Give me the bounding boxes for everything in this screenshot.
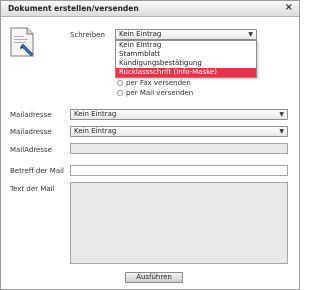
schreiben-select-value: Kein Eintrag	[119, 30, 162, 38]
betreff-input[interactable]	[70, 165, 288, 176]
schreiben-dropdown-list: Kein Eintrag Stammblatt Kündigungsbestät…	[115, 40, 257, 78]
dialog-title: Dokument erstellen/versenden	[8, 4, 139, 13]
mail1-select-value: Kein Eintrag	[74, 110, 117, 118]
text-label: Text der Mail	[10, 185, 55, 193]
ausfuehren-button[interactable]: Ausführen	[125, 272, 183, 283]
mail-text-area[interactable]	[70, 182, 288, 264]
dropdown-option[interactable]: Kündigungsbestätigung	[116, 59, 256, 68]
mail1-select[interactable]: Kein Eintrag ▼	[70, 109, 288, 120]
chevron-down-icon: ▼	[248, 31, 253, 38]
chevron-down-icon: ▼	[279, 111, 284, 118]
mail-radio[interactable]	[117, 90, 123, 96]
close-icon[interactable]: ×	[285, 2, 293, 13]
mail2-select[interactable]: Kein Eintrag ▼	[70, 126, 288, 137]
betreff-label: Betreff der Mail	[10, 167, 65, 175]
title-bar: Dokument erstellen/versenden ×	[1, 1, 299, 17]
mail2-label: Mailadresse	[10, 128, 52, 136]
dialog: Dokument erstellen/versenden × Schreiben…	[0, 0, 300, 290]
dropdown-option-selected[interactable]: Rücklassschrift (Info-Maske)	[116, 68, 256, 77]
schreiben-label: Schreiben	[70, 31, 105, 39]
fax-label: per Fax versenden	[126, 79, 191, 87]
dropdown-option[interactable]: Kein Eintrag	[116, 41, 256, 50]
mail-label: per Mail versenden	[126, 89, 194, 97]
mail2-select-value: Kein Eintrag	[74, 127, 117, 135]
mail3-label: MailAdresse	[10, 146, 52, 154]
document-icon	[7, 26, 37, 58]
mail1-label: Mailadresse	[10, 111, 52, 119]
mail3-field[interactable]	[70, 143, 288, 154]
schreiben-select[interactable]: Kein Eintrag ▼	[115, 29, 257, 40]
chevron-down-icon: ▼	[279, 128, 284, 135]
fax-radio[interactable]	[117, 80, 123, 86]
dropdown-option[interactable]: Stammblatt	[116, 50, 256, 59]
